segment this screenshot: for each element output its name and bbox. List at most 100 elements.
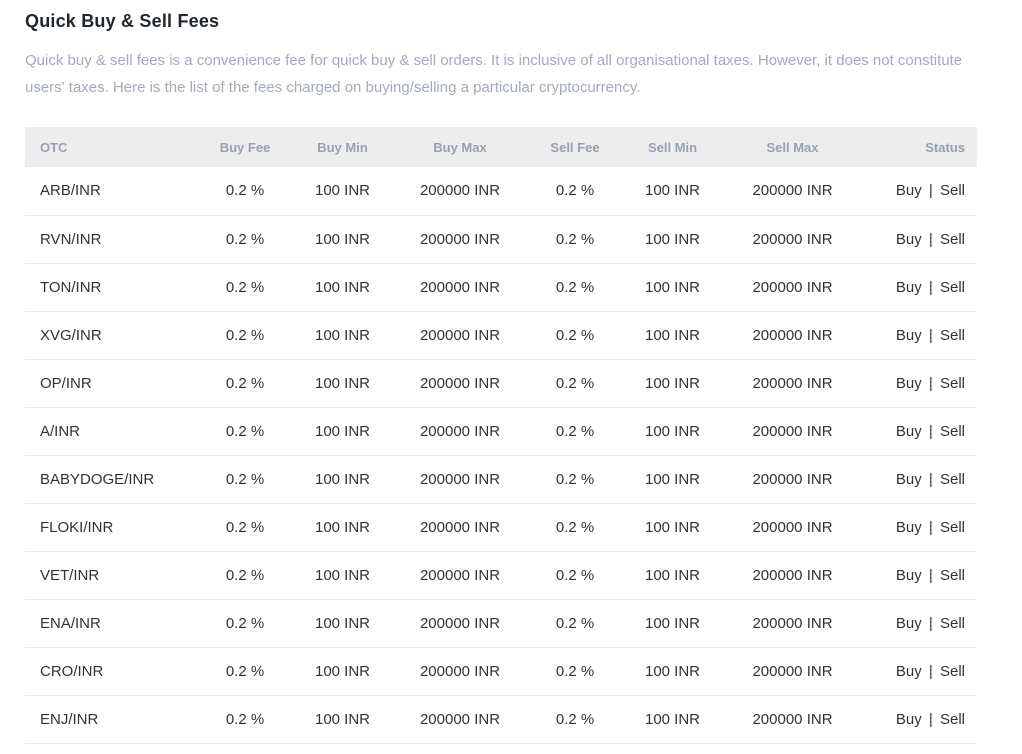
buy-link[interactable]: Buy	[896, 615, 922, 632]
sell-link[interactable]: Sell	[940, 663, 965, 680]
column-header-status: Status	[860, 127, 977, 167]
buy-link[interactable]: Buy	[896, 711, 922, 728]
table-row: RVN/INR 0.2 % 100 INR 200000 INR 0.2 % 1…	[25, 215, 977, 264]
buy-min-cell: 100 INR	[295, 263, 390, 312]
table-row: A/INR 0.2 % 100 INR 200000 INR 0.2 % 100…	[25, 407, 977, 456]
sell-link[interactable]: Sell	[940, 327, 965, 344]
buy-max-cell: 200000 INR	[390, 599, 530, 648]
pair-cell: ENA/INR	[25, 599, 195, 648]
table-row: VET/INR 0.2 % 100 INR 200000 INR 0.2 % 1…	[25, 551, 977, 600]
sell-max-cell: 200000 INR	[725, 551, 860, 600]
sell-min-cell: 100 INR	[620, 263, 725, 312]
status-divider: |	[928, 182, 933, 200]
sell-max-cell: 200000 INR	[725, 647, 860, 696]
status-divider: |	[928, 278, 933, 296]
sell-link[interactable]: Sell	[940, 615, 965, 632]
buy-link[interactable]: Buy	[896, 567, 922, 584]
sell-min-cell: 100 INR	[620, 695, 725, 744]
buy-max-cell: 200000 INR	[390, 503, 530, 552]
page-description: Quick buy & sell fees is a convenience f…	[25, 52, 963, 96]
pair-cell: BABYDOGE/INR	[25, 455, 195, 504]
sell-link[interactable]: Sell	[940, 375, 965, 392]
buy-fee-cell: 0.2 %	[195, 647, 295, 696]
buy-min-cell: 100 INR	[295, 599, 390, 648]
status-divider: |	[928, 326, 933, 344]
sell-link[interactable]: Sell	[940, 279, 965, 296]
fee-table-body: ARB/INR 0.2 % 100 INR 200000 INR 0.2 % 1…	[25, 167, 977, 744]
buy-link[interactable]: Buy	[896, 327, 922, 344]
sell-max-cell: 200000 INR	[725, 695, 860, 744]
sell-link[interactable]: Sell	[940, 182, 965, 199]
table-row: OP/INR 0.2 % 100 INR 200000 INR 0.2 % 10…	[25, 359, 977, 408]
sell-fee-cell: 0.2 %	[530, 599, 620, 648]
status-divider: |	[928, 518, 933, 536]
status-cell: Buy | Sell	[860, 311, 977, 360]
buy-fee-cell: 0.2 %	[195, 215, 295, 264]
sell-min-cell: 100 INR	[620, 215, 725, 264]
table-row: FLOKI/INR 0.2 % 100 INR 200000 INR 0.2 %…	[25, 503, 977, 552]
status-divider: |	[928, 614, 933, 632]
column-header-sell-min: Sell Min	[620, 127, 725, 167]
sell-min-cell: 100 INR	[620, 551, 725, 600]
table-row: BABYDOGE/INR 0.2 % 100 INR 200000 INR 0.…	[25, 455, 977, 504]
buy-max-cell: 200000 INR	[390, 215, 530, 264]
buy-link[interactable]: Buy	[896, 423, 922, 440]
buy-min-cell: 100 INR	[295, 551, 390, 600]
buy-link[interactable]: Buy	[896, 231, 922, 248]
sell-fee-cell: 0.2 %	[530, 551, 620, 600]
buy-max-cell: 200000 INR	[390, 647, 530, 696]
sell-min-cell: 100 INR	[620, 167, 725, 216]
sell-fee-cell: 0.2 %	[530, 695, 620, 744]
sell-fee-cell: 0.2 %	[530, 311, 620, 360]
buy-link[interactable]: Buy	[896, 375, 922, 392]
sell-max-cell: 200000 INR	[725, 599, 860, 648]
pair-cell: XVG/INR	[25, 311, 195, 360]
fees-table: OTC Buy Fee Buy Min Buy Max Sell Fee Sel…	[25, 127, 977, 744]
sell-link[interactable]: Sell	[940, 519, 965, 536]
buy-min-cell: 100 INR	[295, 215, 390, 264]
sell-max-cell: 200000 INR	[725, 455, 860, 504]
sell-link[interactable]: Sell	[940, 471, 965, 488]
sell-link[interactable]: Sell	[940, 711, 965, 728]
status-cell: Buy | Sell	[860, 599, 977, 648]
status-divider: |	[928, 566, 933, 584]
status-cell: Buy | Sell	[860, 695, 977, 744]
pair-cell: A/INR	[25, 407, 195, 456]
table-row: ENA/INR 0.2 % 100 INR 200000 INR 0.2 % 1…	[25, 599, 977, 648]
sell-fee-cell: 0.2 %	[530, 167, 620, 216]
buy-min-cell: 100 INR	[295, 407, 390, 456]
sell-link[interactable]: Sell	[940, 231, 965, 248]
pair-cell: OP/INR	[25, 359, 195, 408]
sell-max-cell: 200000 INR	[725, 359, 860, 408]
sell-fee-cell: 0.2 %	[530, 215, 620, 264]
buy-link[interactable]: Buy	[896, 279, 922, 296]
buy-min-cell: 100 INR	[295, 311, 390, 360]
buy-fee-cell: 0.2 %	[195, 311, 295, 360]
table-row: XVG/INR 0.2 % 100 INR 200000 INR 0.2 % 1…	[25, 311, 977, 360]
buy-link[interactable]: Buy	[896, 471, 922, 488]
buy-link[interactable]: Buy	[896, 519, 922, 536]
buy-fee-cell: 0.2 %	[195, 263, 295, 312]
pair-cell: CRO/INR	[25, 647, 195, 696]
buy-max-cell: 200000 INR	[390, 311, 530, 360]
sell-max-cell: 200000 INR	[725, 215, 860, 264]
sell-min-cell: 100 INR	[620, 311, 725, 360]
buy-link[interactable]: Buy	[896, 182, 922, 199]
sell-max-cell: 200000 INR	[725, 311, 860, 360]
buy-max-cell: 200000 INR	[390, 263, 530, 312]
sell-min-cell: 100 INR	[620, 503, 725, 552]
status-cell: Buy | Sell	[860, 551, 977, 600]
buy-link[interactable]: Buy	[896, 663, 922, 680]
status-divider: |	[928, 470, 933, 488]
sell-max-cell: 200000 INR	[725, 503, 860, 552]
sell-fee-cell: 0.2 %	[530, 455, 620, 504]
sell-link[interactable]: Sell	[940, 423, 965, 440]
pair-cell: VET/INR	[25, 551, 195, 600]
sell-link[interactable]: Sell	[940, 567, 965, 584]
sell-max-cell: 200000 INR	[725, 263, 860, 312]
table-row: CRO/INR 0.2 % 100 INR 200000 INR 0.2 % 1…	[25, 647, 977, 696]
sell-min-cell: 100 INR	[620, 359, 725, 408]
status-cell: Buy | Sell	[860, 263, 977, 312]
page-title: Quick Buy & Sell Fees	[25, 11, 220, 31]
buy-min-cell: 100 INR	[295, 167, 390, 216]
